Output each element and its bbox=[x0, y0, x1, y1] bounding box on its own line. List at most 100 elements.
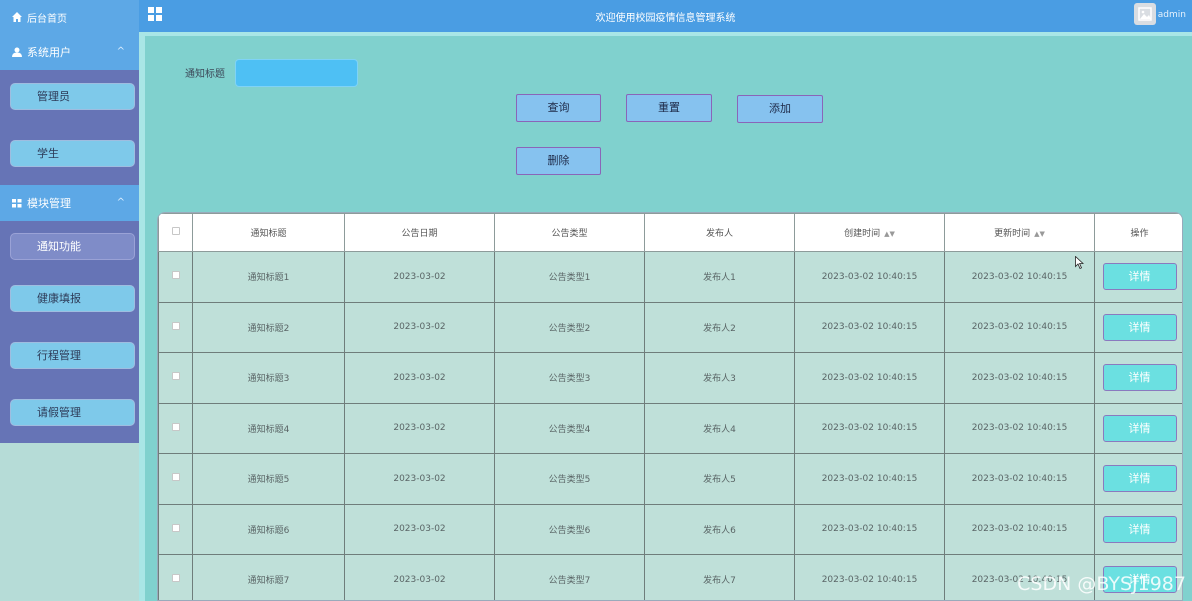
table-cell: 发布人7 bbox=[644, 554, 795, 600]
action-cell: 详情 bbox=[1094, 402, 1182, 454]
table-cell: 公告类型5 bbox=[494, 453, 645, 505]
username[interactable]: admin bbox=[1158, 10, 1186, 20]
sidebar-item-trip[interactable]: 行程管理 bbox=[10, 342, 135, 369]
table-cell: 公告类型1 bbox=[494, 251, 645, 303]
table-cell: 发布人2 bbox=[644, 301, 795, 353]
sidebar-item-leave[interactable]: 请假管理 bbox=[10, 399, 135, 426]
table-cell: 通知标题2 bbox=[192, 301, 345, 353]
column-header-sortable[interactable]: 更新时间 ▲▼ bbox=[944, 213, 1095, 252]
row-select-cell[interactable] bbox=[158, 251, 193, 303]
table-row: 通知标题4 2023-03-02 公告类型4 发布人4 2023-03-02 10:40… bbox=[158, 402, 1182, 454]
table-cell: 2023-03-02 bbox=[344, 251, 495, 303]
chevron-up-icon: ^ bbox=[116, 46, 125, 57]
watermark: CSDN @BYSJ1987 bbox=[1017, 573, 1186, 595]
sidebar-item-student[interactable]: 学生 bbox=[10, 140, 135, 167]
table-cell: 公告类型3 bbox=[494, 352, 645, 404]
row-select-cell[interactable] bbox=[158, 453, 193, 505]
table-cell: 公告类型2 bbox=[494, 301, 645, 353]
column-header: 操作 bbox=[1094, 213, 1182, 252]
detail-button[interactable]: 详情 bbox=[1102, 313, 1177, 341]
sort-icon[interactable]: ▲▼ bbox=[1034, 230, 1045, 238]
table-cell: 公告类型6 bbox=[494, 503, 645, 555]
detail-button[interactable]: 详情 bbox=[1102, 364, 1177, 392]
sort-icon[interactable]: ▲▼ bbox=[884, 230, 895, 238]
action-cell: 详情 bbox=[1094, 453, 1182, 505]
row-checkbox[interactable] bbox=[171, 574, 180, 583]
table-header-row: 通知标题 公告日期 公告类型 发布人 创建时间 ▲▼ 更新时间 ▲▼ 操作 bbox=[158, 213, 1182, 252]
table-cell: 通知标题6 bbox=[192, 503, 345, 555]
table-cell: 2023-03-02 10:40:15 bbox=[944, 352, 1095, 404]
delete-button[interactable]: 删除 bbox=[516, 147, 601, 175]
action-cell: 详情 bbox=[1094, 352, 1182, 404]
table-cell: 公告类型4 bbox=[494, 402, 645, 454]
table-cell: 2023-03-02 10:40:15 bbox=[794, 402, 945, 454]
sidebar-item-admin[interactable]: 管理员 bbox=[10, 83, 135, 110]
row-checkbox[interactable] bbox=[171, 473, 180, 482]
select-all-cell[interactable] bbox=[158, 213, 193, 252]
data-table: 通知标题 公告日期 公告类型 发布人 创建时间 ▲▼ 更新时间 ▲▼ 操作 通知标题… bbox=[157, 212, 1183, 601]
sidebar-home[interactable]: 后台首页 bbox=[0, 0, 139, 34]
row-checkbox[interactable] bbox=[171, 321, 180, 330]
table-cell: 2023-03-02 10:40:15 bbox=[794, 554, 945, 600]
table-cell: 2023-03-02 10:40:15 bbox=[944, 503, 1095, 555]
select-all-checkbox[interactable] bbox=[171, 227, 180, 235]
table-cell: 2023-03-02 10:40:15 bbox=[944, 251, 1095, 303]
add-button[interactable]: 添加 bbox=[737, 95, 823, 123]
table-cell: 通知标题7 bbox=[192, 554, 345, 600]
row-select-cell[interactable] bbox=[158, 301, 193, 353]
sidebar-group-label: 系统用户 bbox=[27, 46, 71, 59]
table-row: 通知标题5 2023-03-02 公告类型5 发布人5 2023-03-02 10:40… bbox=[158, 453, 1182, 505]
table-cell: 2023-03-02 bbox=[344, 453, 495, 505]
table-cell: 2023-03-02 10:40:15 bbox=[794, 453, 945, 505]
column-header-sortable[interactable]: 创建时间 ▲▼ bbox=[794, 213, 945, 252]
row-select-cell[interactable] bbox=[158, 402, 193, 454]
table-row: 通知标题1 2023-03-02 公告类型1 发布人1 2023-03-02 10:40… bbox=[158, 251, 1182, 303]
table-cell: 发布人1 bbox=[644, 251, 795, 303]
sidebar-item-health[interactable]: 健康填报 bbox=[10, 285, 135, 312]
table-cell: 2023-03-02 10:40:15 bbox=[794, 301, 945, 353]
table-cell: 2023-03-02 10:40:15 bbox=[944, 453, 1095, 505]
query-button[interactable]: 查询 bbox=[516, 94, 601, 122]
row-checkbox[interactable] bbox=[171, 372, 180, 381]
sidebar-group-users[interactable]: 系统用户 ^ bbox=[0, 34, 139, 70]
table-row: 通知标题3 2023-03-02 公告类型3 发布人3 2023-03-02 10:40… bbox=[158, 352, 1182, 404]
reset-button[interactable]: 重置 bbox=[626, 94, 712, 122]
detail-button[interactable]: 详情 bbox=[1102, 414, 1177, 442]
search-input[interactable] bbox=[235, 59, 358, 87]
action-cell: 详情 bbox=[1094, 251, 1182, 303]
row-checkbox[interactable] bbox=[171, 271, 180, 280]
table-cell: 发布人5 bbox=[644, 453, 795, 505]
content-panel: 通知标题 查询 重置 添加 删除 通知标题 公告日期 公告类型 发布人 创建时间… bbox=[145, 36, 1192, 601]
grid-icon bbox=[12, 198, 22, 208]
sidebar: 后台首页 系统用户 ^ 管理员 学生 模块管理 ^ 通知功能 健康填报 行程管理… bbox=[0, 0, 139, 601]
content-area: 通知标题 查询 重置 添加 删除 通知标题 公告日期 公告类型 发布人 创建时间… bbox=[139, 32, 1192, 601]
table-cell: 发布人6 bbox=[644, 503, 795, 555]
row-select-cell[interactable] bbox=[158, 503, 193, 555]
column-header-label: 更新时间 bbox=[994, 229, 1031, 239]
detail-button[interactable]: 详情 bbox=[1102, 465, 1177, 493]
detail-button[interactable]: 详情 bbox=[1102, 263, 1177, 291]
table-cell: 通知标题5 bbox=[192, 453, 345, 505]
row-select-cell[interactable] bbox=[158, 352, 193, 404]
table-row: 通知标题6 2023-03-02 公告类型6 发布人6 2023-03-02 10:40… bbox=[158, 503, 1182, 555]
column-header: 发布人 bbox=[644, 213, 795, 252]
sidebar-group-modules-items: 通知功能 健康填报 行程管理 请假管理 bbox=[0, 221, 139, 443]
table-cell: 2023-03-02 10:40:15 bbox=[944, 301, 1095, 353]
table-cell: 2023-03-02 bbox=[344, 554, 495, 600]
chevron-up-icon: ^ bbox=[116, 197, 125, 208]
sidebar-group-users-items: 管理员 学生 bbox=[0, 70, 139, 185]
table-cell: 通知标题1 bbox=[192, 251, 345, 303]
table-row: 通知标题2 2023-03-02 公告类型2 发布人2 2023-03-02 10:40… bbox=[158, 301, 1182, 353]
row-checkbox[interactable] bbox=[171, 523, 180, 532]
table-cell: 公告类型7 bbox=[494, 554, 645, 600]
row-select-cell[interactable] bbox=[158, 554, 193, 600]
column-header: 公告类型 bbox=[494, 213, 645, 252]
sidebar-home-label: 后台首页 bbox=[27, 13, 67, 25]
sidebar-item-notice[interactable]: 通知功能 bbox=[10, 233, 135, 260]
avatar[interactable] bbox=[1134, 3, 1156, 25]
table-cell: 2023-03-02 bbox=[344, 352, 495, 404]
sidebar-group-modules[interactable]: 模块管理 ^ bbox=[0, 185, 139, 221]
row-checkbox[interactable] bbox=[171, 422, 180, 431]
user-icon bbox=[12, 47, 22, 57]
detail-button[interactable]: 详情 bbox=[1102, 515, 1177, 543]
